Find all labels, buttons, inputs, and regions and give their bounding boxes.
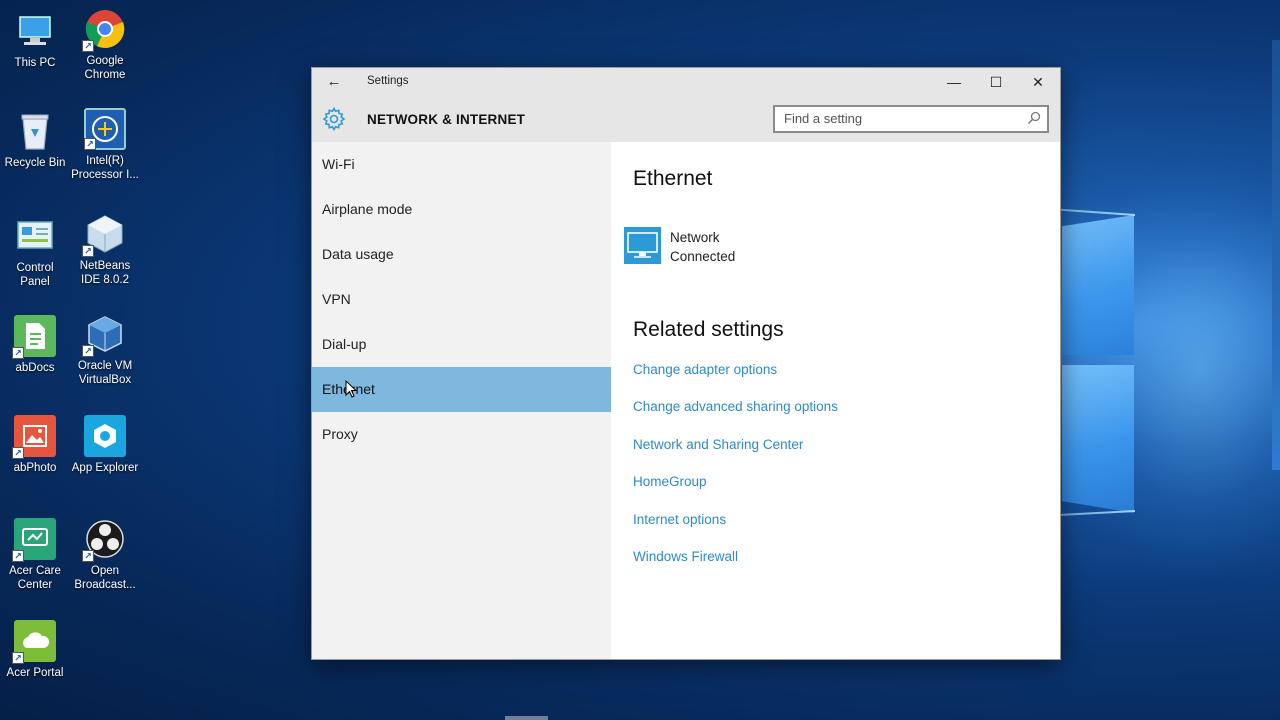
sidebar-item-label: Data usage <box>322 246 394 262</box>
netbeans-icon: ↗ <box>82 213 126 257</box>
desktop-icon-abphoto[interactable]: ↗ abPhoto <box>0 415 70 475</box>
desktop-icon-acer-portal[interactable]: ↗ Acer Portal <box>0 620 70 680</box>
link-change-adapter-options[interactable]: Change adapter options <box>633 362 777 377</box>
desktop-icon-acer-care-center[interactable]: ↗ Acer Care Center <box>0 518 70 592</box>
intel-processor-icon: ↗ <box>84 108 126 150</box>
mouse-cursor-icon <box>345 380 357 398</box>
network-adapter-icon[interactable] <box>624 227 661 264</box>
desktop-icon-netbeans[interactable]: ↗ NetBeans IDE 8.0.2 <box>70 213 140 287</box>
settings-header: NETWORK & INTERNET Find a setting <box>312 96 1060 142</box>
sidebar-item-label: Airplane mode <box>322 201 413 217</box>
sidebar-item-label: Wi-Fi <box>322 156 355 172</box>
related-settings-heading: Related settings <box>633 318 784 341</box>
page-title: Ethernet <box>633 167 713 190</box>
link-network-sharing-center[interactable]: Network and Sharing Center <box>633 437 803 452</box>
close-button[interactable]: ✕ <box>1016 68 1060 96</box>
obs-icon: ↗ <box>82 518 126 562</box>
title-bar[interactable]: ← Settings — ☐ ✕ <box>312 68 1060 96</box>
minimize-icon: — <box>947 74 961 90</box>
search-placeholder: Find a setting <box>784 111 863 126</box>
link-change-advanced-sharing[interactable]: Change advanced sharing options <box>633 399 838 414</box>
desktop-icon-google-chrome[interactable]: ↗ Google Chrome <box>70 8 140 82</box>
desktop-icon-app-explorer[interactable]: App Explorer <box>70 415 140 475</box>
window-title: Settings <box>367 75 409 87</box>
sidebar-item-dial-up[interactable]: Dial-up <box>312 322 611 367</box>
search-input[interactable]: Find a setting <box>773 105 1049 133</box>
section-title: NETWORK & INTERNET <box>367 112 526 127</box>
search-icon[interactable] <box>1027 111 1041 125</box>
desktop-icon-obs[interactable]: ↗ Open Broadcast... <box>70 518 140 592</box>
sidebar-item-wifi[interactable]: Wi-Fi <box>312 142 611 187</box>
virtualbox-icon: ↗ <box>82 313 126 357</box>
sidebar-item-label: Proxy <box>322 426 358 442</box>
minimize-button[interactable]: — <box>932 68 976 96</box>
acer-care-icon: ↗ <box>12 518 56 562</box>
back-button[interactable]: ← <box>324 73 344 91</box>
link-windows-firewall[interactable]: Windows Firewall <box>633 549 738 564</box>
settings-window: ← Settings — ☐ ✕ NETWORK & INTERNET Find… <box>311 67 1061 660</box>
sidebar-item-label: Dial-up <box>322 336 367 352</box>
sidebar-item-data-usage[interactable]: Data usage <box>312 232 611 277</box>
desktop-icon-virtualbox[interactable]: ↗ Oracle VM VirtualBox <box>70 313 140 387</box>
desktop-icon-recycle-bin[interactable]: Recycle Bin <box>0 110 70 170</box>
gear-icon <box>322 107 346 131</box>
settings-sidebar: Wi-Fi Airplane mode Data usage VPN Dial-… <box>312 142 611 659</box>
sidebar-item-airplane-mode[interactable]: Airplane mode <box>312 187 611 232</box>
chrome-icon: ↗ <box>82 8 126 52</box>
desktop-icon-abdocs[interactable]: ↗ abDocs <box>0 315 70 375</box>
app-explorer-icon <box>84 415 126 457</box>
sidebar-item-proxy[interactable]: Proxy <box>312 412 611 457</box>
control-panel-icon <box>14 215 56 257</box>
close-icon: ✕ <box>1032 74 1044 90</box>
back-arrow-icon: ← <box>326 73 342 90</box>
taskbar-edge <box>505 716 548 720</box>
computer-icon <box>14 10 56 52</box>
network-name[interactable]: Network <box>670 230 720 245</box>
abphoto-icon: ↗ <box>12 415 56 459</box>
maximize-icon: ☐ <box>989 74 1003 90</box>
acer-portal-icon: ↗ <box>12 620 56 664</box>
settings-content: Ethernet Network Connected Related setti… <box>611 142 1060 659</box>
link-internet-options[interactable]: Internet options <box>633 512 726 527</box>
sidebar-item-label: VPN <box>322 291 351 307</box>
desktop-icon-this-pc[interactable]: This PC <box>0 10 70 70</box>
desktop-icon-control-panel[interactable]: Control Panel <box>0 215 70 289</box>
desktop-icon-intel-processor[interactable]: ↗ Intel(R) Processor I... <box>70 108 140 182</box>
abdocs-icon: ↗ <box>12 315 56 359</box>
maximize-button[interactable]: ☐ <box>974 68 1018 96</box>
recycle-bin-icon <box>14 110 56 152</box>
link-homegroup[interactable]: HomeGroup <box>633 474 707 489</box>
sidebar-item-vpn[interactable]: VPN <box>312 277 611 322</box>
network-status: Connected <box>670 249 736 264</box>
